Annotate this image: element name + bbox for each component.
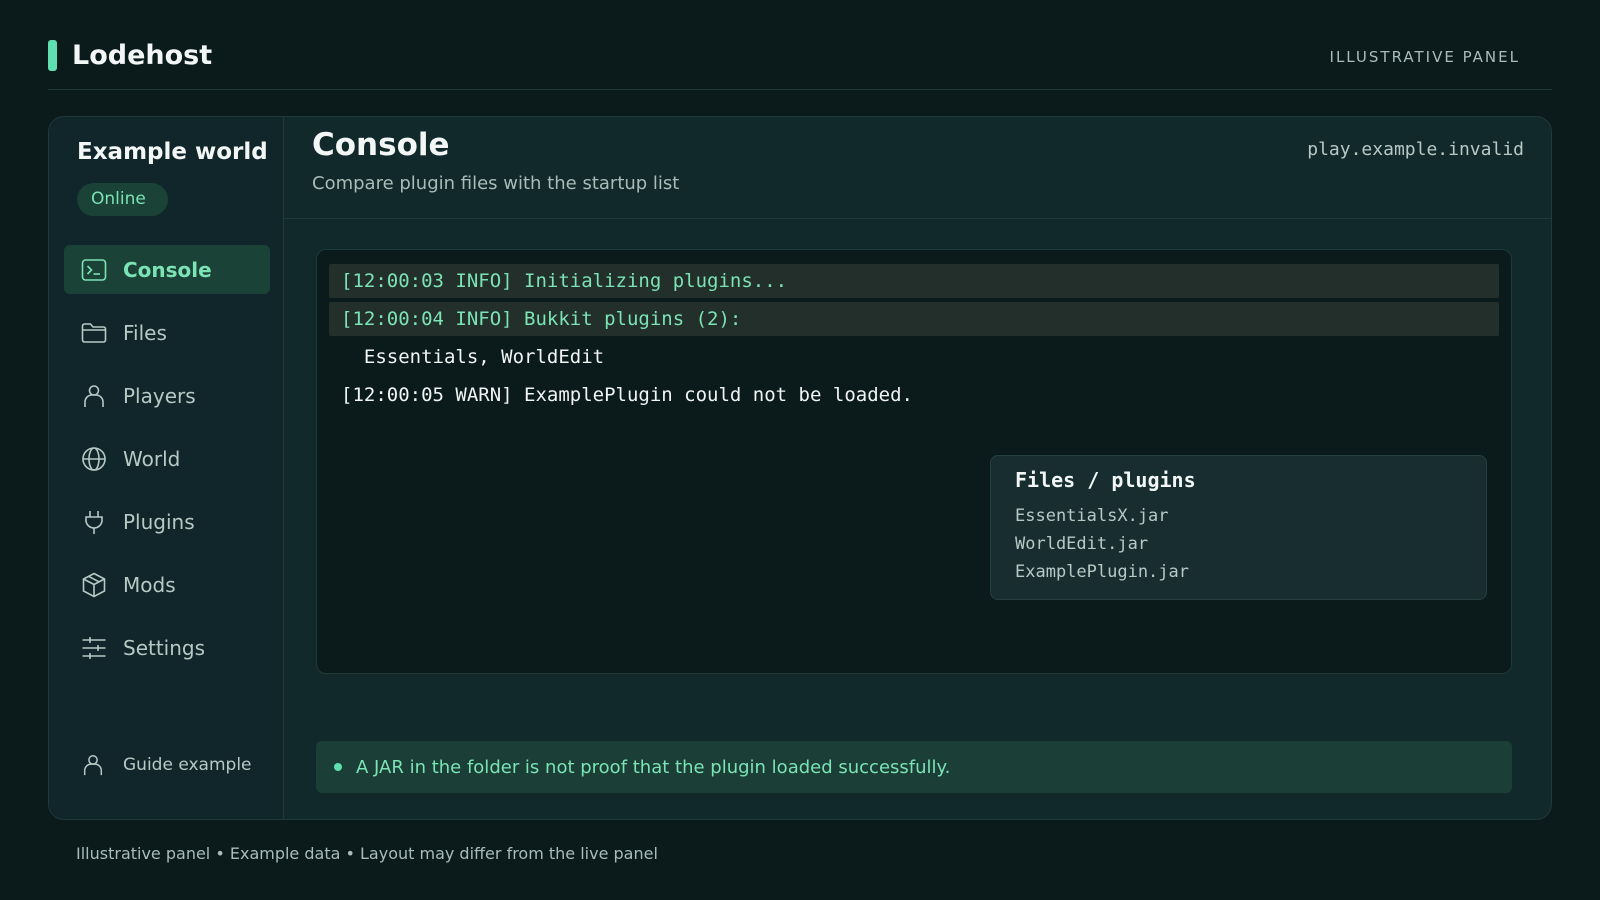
- brand-logo-bar: [48, 40, 57, 71]
- sidebar-item-label: Mods: [123, 572, 176, 597]
- sidebar-item-label: Settings: [123, 635, 206, 660]
- main-header: Console Compare plugin files with the st…: [284, 117, 1551, 219]
- brand[interactable]: Lodehost: [48, 40, 212, 71]
- terminal-icon: [81, 258, 107, 281]
- box-icon: [82, 572, 106, 597]
- sliders-icon: [82, 636, 106, 659]
- footer-note: Illustrative panel • Example data • Layo…: [76, 844, 658, 863]
- notice-text: A JAR in the folder is not proof that th…: [356, 756, 951, 778]
- sidebar-item-files[interactable]: Files: [64, 308, 270, 357]
- top-header: Lodehost ILLUSTRATIVE PANEL: [48, 30, 1552, 90]
- list-item: WorldEdit.jar: [1015, 534, 1149, 554]
- sidebar-item-label: Files: [123, 320, 167, 345]
- user-icon: [84, 384, 104, 407]
- guide-link[interactable]: Guide example: [81, 753, 252, 777]
- server-name: Example world: [77, 139, 268, 165]
- panel-card: Example world Online Console Files Playe…: [48, 116, 1552, 820]
- sidebar-item-mods[interactable]: Mods: [64, 560, 270, 609]
- globe-icon: [82, 446, 106, 471]
- console-line: [12:00:03 INFO] Initializing plugins...: [329, 264, 1499, 298]
- console-line: Essentials, WorldEdit: [341, 346, 605, 368]
- user-icon: [83, 755, 103, 776]
- console-line: [12:00:05 WARN] ExamplePlugin could not …: [341, 384, 913, 406]
- sidebar-item-label: World: [123, 446, 181, 471]
- notice-banner: A JAR in the folder is not proof that th…: [316, 741, 1512, 793]
- brand-name: Lodehost: [72, 40, 213, 71]
- console-line: [12:00:04 INFO] Bukkit plugins (2):: [329, 302, 1499, 336]
- plug-icon: [85, 510, 103, 534]
- list-item: ExamplePlugin.jar: [1015, 562, 1189, 582]
- status-badge: Online: [77, 183, 168, 216]
- sidebar-item-console[interactable]: Console: [64, 245, 270, 294]
- page-title: Console: [312, 127, 450, 163]
- sidebar-item-players[interactable]: Players: [64, 371, 270, 420]
- files-plugins-box: Files / plugins EssentialsX.jar WorldEdi…: [990, 455, 1487, 600]
- console-output[interactable]: [12:00:03 INFO] Initializing plugins... …: [316, 249, 1512, 674]
- sidebar-item-settings[interactable]: Settings: [64, 623, 270, 672]
- list-item: EssentialsX.jar: [1015, 506, 1169, 526]
- folder-icon: [81, 322, 107, 343]
- files-box-title: Files / plugins: [1015, 468, 1196, 492]
- sidebar-item-label: Console: [123, 257, 212, 282]
- guide-label: Guide example: [123, 755, 252, 775]
- sidebar-item-plugins[interactable]: Plugins: [64, 497, 270, 546]
- sidebar-nav: Console Files Players World Plugins Mods…: [64, 245, 270, 686]
- bullet-icon: [334, 763, 342, 771]
- page-subtitle: Compare plugin files with the startup li…: [312, 173, 680, 194]
- panel-tag: ILLUSTRATIVE PANEL: [1329, 48, 1520, 66]
- sidebar-item-label: Players: [123, 383, 196, 408]
- sidebar-item-world[interactable]: World: [64, 434, 270, 483]
- sidebar-item-label: Plugins: [123, 509, 195, 534]
- plugin-file-list: EssentialsX.jar WorldEdit.jar ExamplePlu…: [1015, 502, 1189, 586]
- sidebar: Example world Online Console Files Playe…: [49, 117, 284, 819]
- server-address[interactable]: play.example.invalid: [1307, 139, 1524, 160]
